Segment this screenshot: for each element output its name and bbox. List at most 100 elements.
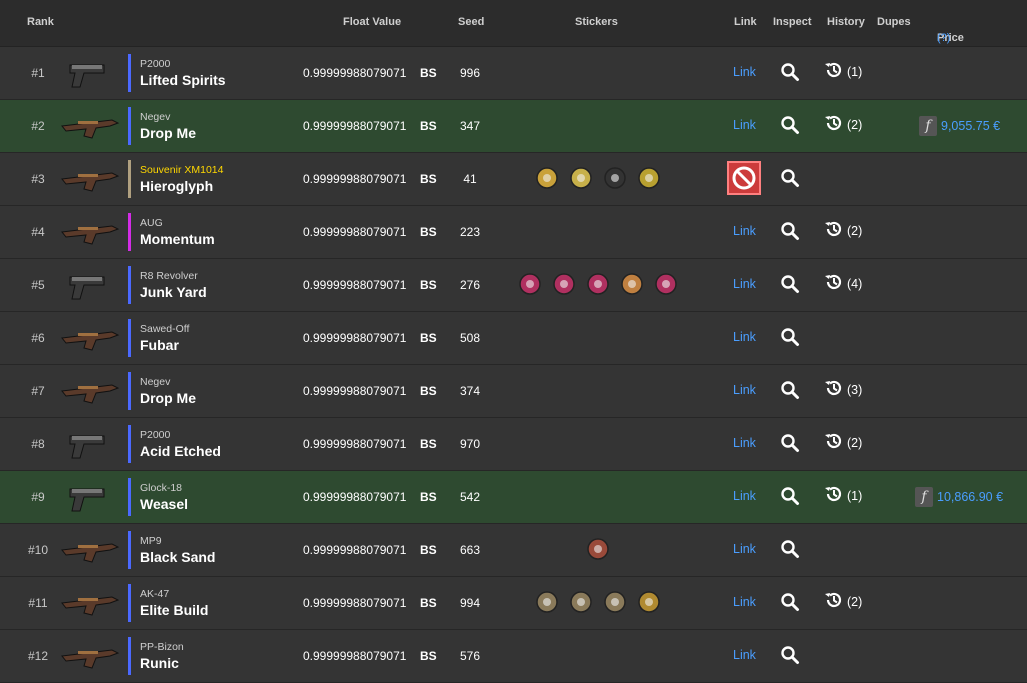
skin-name[interactable]: Acid Etched bbox=[140, 443, 221, 459]
inspect-icon[interactable] bbox=[780, 327, 800, 347]
inspect-icon[interactable] bbox=[780, 592, 800, 612]
weapon-thumbnail[interactable] bbox=[58, 318, 124, 358]
rank: #5 bbox=[31, 278, 45, 292]
skin-name[interactable]: Drop Me bbox=[140, 390, 196, 406]
rank: #6 bbox=[31, 331, 45, 345]
market-link[interactable]: Link bbox=[733, 383, 756, 397]
weapon-thumbnail[interactable] bbox=[58, 530, 124, 570]
weapon-thumbnail[interactable] bbox=[58, 106, 124, 146]
skin-name[interactable]: Lifted Spirits bbox=[140, 72, 226, 88]
skin-name[interactable]: Hieroglyph bbox=[140, 178, 213, 194]
history-button[interactable]: (2) bbox=[824, 592, 862, 612]
history-count: (2) bbox=[847, 118, 863, 132]
inspect-icon[interactable] bbox=[780, 486, 800, 506]
market-link[interactable]: Link bbox=[733, 542, 756, 556]
seed-value: 994 bbox=[459, 596, 481, 610]
sticker-icon[interactable] bbox=[619, 271, 645, 297]
rarity-bar bbox=[128, 160, 131, 198]
market-link[interactable]: Link bbox=[733, 489, 756, 503]
market-link[interactable]: Link bbox=[733, 224, 756, 238]
price[interactable]: f 9,055.75 € bbox=[919, 115, 1000, 137]
weapon-thumbnail[interactable] bbox=[58, 159, 124, 199]
price[interactable]: f 10,866.90 € bbox=[915, 486, 1003, 508]
market-link[interactable]: Link bbox=[733, 436, 756, 450]
inspect-icon[interactable] bbox=[780, 645, 800, 665]
column-float[interactable]: Float Value bbox=[343, 16, 401, 28]
seed-value: 508 bbox=[459, 331, 481, 345]
column-stickers: Stickers bbox=[575, 16, 618, 28]
seed-value: 223 bbox=[459, 225, 481, 239]
sticker-icon[interactable] bbox=[585, 536, 611, 562]
stickers bbox=[508, 271, 688, 299]
seed-value: 576 bbox=[459, 649, 481, 663]
inspect-icon[interactable] bbox=[780, 539, 800, 559]
weapon-thumbnail[interactable] bbox=[58, 212, 124, 252]
sticker-icon[interactable] bbox=[568, 589, 594, 615]
market-link[interactable]: Link bbox=[733, 65, 756, 79]
history-button[interactable]: (3) bbox=[824, 380, 862, 400]
weapon-thumbnail[interactable] bbox=[58, 477, 124, 517]
history-button[interactable]: (1) bbox=[824, 486, 862, 506]
column-seed[interactable]: Seed bbox=[458, 16, 484, 28]
price-help-link[interactable]: (?) bbox=[937, 32, 950, 44]
sticker-icon[interactable] bbox=[517, 271, 543, 297]
history-button[interactable]: (2) bbox=[824, 433, 862, 453]
sticker-icon[interactable] bbox=[602, 589, 628, 615]
rank: #10 bbox=[27, 543, 49, 557]
sticker-icon[interactable] bbox=[585, 271, 611, 297]
sticker-icon[interactable] bbox=[636, 589, 662, 615]
seed-value: 276 bbox=[459, 278, 481, 292]
seed-value: 970 bbox=[459, 437, 481, 451]
sticker-icon[interactable] bbox=[653, 271, 679, 297]
weapon-thumbnail[interactable] bbox=[58, 583, 124, 623]
weapon-thumbnail[interactable] bbox=[58, 53, 124, 93]
history-button[interactable]: (4) bbox=[824, 274, 862, 294]
column-rank[interactable]: Rank bbox=[27, 16, 54, 28]
weapon-thumbnail[interactable] bbox=[58, 265, 124, 305]
wear-badge: BS bbox=[420, 543, 437, 557]
skin-name[interactable]: Fubar bbox=[140, 337, 179, 353]
skin-name[interactable]: Drop Me bbox=[140, 125, 196, 141]
history-button[interactable]: (1) bbox=[824, 62, 862, 82]
market-link[interactable]: Link bbox=[733, 648, 756, 662]
weapon-thumbnail[interactable] bbox=[58, 371, 124, 411]
skin-name[interactable]: Elite Build bbox=[140, 602, 208, 618]
market-link[interactable]: Link bbox=[733, 118, 756, 132]
table-row: #2 Negev Drop Me 0.99999988079071 BS 347… bbox=[0, 100, 1027, 153]
market-link[interactable]: Link bbox=[733, 330, 756, 344]
weapon-thumbnail[interactable] bbox=[58, 636, 124, 676]
inspect-icon[interactable] bbox=[780, 221, 800, 241]
weapon-name: Souvenir XM1014 bbox=[140, 164, 224, 176]
sticker-icon[interactable] bbox=[602, 165, 628, 191]
inspect-icon[interactable] bbox=[780, 168, 800, 188]
market-link[interactable]: Link bbox=[733, 595, 756, 609]
inspect-icon[interactable] bbox=[780, 274, 800, 294]
no-link-icon bbox=[727, 161, 761, 195]
sticker-icon[interactable] bbox=[568, 165, 594, 191]
history-button[interactable]: (2) bbox=[824, 221, 862, 241]
inspect-icon[interactable] bbox=[780, 433, 800, 453]
market-link[interactable]: Link bbox=[733, 277, 756, 291]
skin-name[interactable]: Black Sand bbox=[140, 549, 215, 565]
skin-name[interactable]: Weasel bbox=[140, 496, 188, 512]
weapon-thumbnail[interactable] bbox=[58, 424, 124, 464]
inspect-icon[interactable] bbox=[780, 115, 800, 135]
sticker-icon[interactable] bbox=[534, 165, 560, 191]
column-dupes: Dupes bbox=[877, 16, 911, 28]
sticker-icon[interactable] bbox=[551, 271, 577, 297]
sticker-icon[interactable] bbox=[534, 589, 560, 615]
history-icon bbox=[824, 272, 844, 297]
table-row: #10 MP9 Black Sand 0.99999988079071 BS 6… bbox=[0, 524, 1027, 577]
seed-value: 996 bbox=[459, 66, 481, 80]
wear-badge: BS bbox=[420, 278, 437, 292]
history-count: (2) bbox=[847, 595, 863, 609]
skin-name[interactable]: Junk Yard bbox=[140, 284, 207, 300]
stickers bbox=[508, 377, 688, 405]
rank: #12 bbox=[27, 649, 49, 663]
sticker-icon[interactable] bbox=[636, 165, 662, 191]
inspect-icon[interactable] bbox=[780, 62, 800, 82]
inspect-icon[interactable] bbox=[780, 380, 800, 400]
skin-name[interactable]: Momentum bbox=[140, 231, 215, 247]
skin-name[interactable]: Runic bbox=[140, 655, 179, 671]
history-button[interactable]: (2) bbox=[824, 115, 862, 135]
